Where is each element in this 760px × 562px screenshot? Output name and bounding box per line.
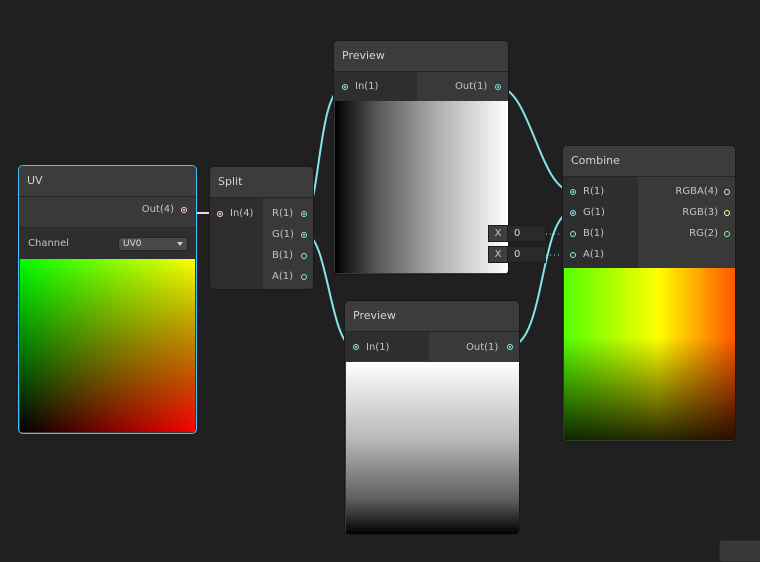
combine-in-a-label: A(1) <box>583 249 605 260</box>
uv-preview-image <box>20 259 195 432</box>
split-node-title[interactable]: Split <box>210 167 313 198</box>
inline-field-a-value[interactable]: 0 <box>508 249 520 260</box>
inline-field-b-value[interactable]: 0 <box>508 228 520 239</box>
channel-dropdown[interactable]: UV0 <box>118 237 188 251</box>
preview-bottom-out-port[interactable] <box>507 344 513 350</box>
combine-out-rg-port[interactable] <box>724 231 730 237</box>
preview-top-out-label: Out(1) <box>455 81 488 92</box>
preview-node-top[interactable]: Preview In(1) Out(1) <box>333 40 509 275</box>
channel-label: Channel <box>28 238 70 249</box>
combine-out-rgba-port[interactable] <box>724 189 730 195</box>
split-out-a-port[interactable] <box>301 274 307 280</box>
combine-out-rgba-label: RGBA(4) <box>675 186 718 197</box>
preview-bottom-title[interactable]: Preview <box>345 301 519 332</box>
preview-bottom-image <box>346 362 519 534</box>
combine-preview-image <box>564 268 735 440</box>
combine-out-rgb-port[interactable] <box>724 210 730 216</box>
split-in-port[interactable] <box>217 211 223 217</box>
split-out-g-label: G(1) <box>272 229 294 240</box>
wire-preview-top-to-combine-r[interactable] <box>497 86 573 192</box>
uv-out-label: Out(4) <box>141 204 174 215</box>
split-out-a-label: A(1) <box>272 271 294 282</box>
inline-field-a[interactable]: X 0 <box>488 246 546 263</box>
uv-out-port[interactable] <box>181 207 187 213</box>
combine-in-r-port[interactable] <box>570 189 576 195</box>
inline-field-b-label: X <box>489 226 508 241</box>
split-node[interactable]: Split In(4) R(1) G(1) B(1) A(1) <box>209 166 314 290</box>
preview-top-image <box>335 101 508 273</box>
preview-top-title[interactable]: Preview <box>334 41 508 72</box>
split-out-b-port[interactable] <box>301 253 307 259</box>
inline-field-b[interactable]: X 0 <box>488 225 546 242</box>
preview-bottom-in-port[interactable] <box>353 344 359 350</box>
combine-in-g-port[interactable] <box>570 210 576 216</box>
chevron-down-icon <box>177 242 183 246</box>
combine-in-b-label: B(1) <box>583 228 605 239</box>
combine-in-b-port[interactable] <box>570 231 576 237</box>
split-out-r-label: R(1) <box>272 208 294 219</box>
combine-in-r-label: R(1) <box>583 186 605 197</box>
split-out-r-port[interactable] <box>301 211 307 217</box>
channel-dropdown-value: UV0 <box>123 239 142 249</box>
split-out-g-port[interactable] <box>301 232 307 238</box>
combine-node[interactable]: Combine R(1) G(1) B(1) A(1) RGBA(4) RGB(… <box>562 145 736 442</box>
uv-node[interactable]: UV Out(4) Channel UV0 <box>18 165 197 434</box>
preview-node-bottom[interactable]: Preview In(1) Out(1) <box>344 300 520 535</box>
preview-top-in-port[interactable] <box>342 84 348 90</box>
preview-bottom-out-label: Out(1) <box>466 342 499 353</box>
preview-bottom-in-label: In(1) <box>366 342 390 353</box>
uv-node-title[interactable]: UV <box>19 166 196 197</box>
combine-out-rg-label: RG(2) <box>689 228 718 239</box>
combine-out-rgb-label: RGB(3) <box>682 207 718 218</box>
split-in-label: In(4) <box>230 208 254 219</box>
combine-in-a-port[interactable] <box>570 252 576 258</box>
split-out-b-label: B(1) <box>272 250 294 261</box>
combine-in-g-label: G(1) <box>583 207 605 218</box>
preview-top-in-label: In(1) <box>355 81 379 92</box>
combine-node-title[interactable]: Combine <box>563 146 735 177</box>
preview-top-out-port[interactable] <box>495 84 501 90</box>
corner-widget[interactable] <box>719 540 760 562</box>
inline-field-a-label: X <box>489 247 508 262</box>
